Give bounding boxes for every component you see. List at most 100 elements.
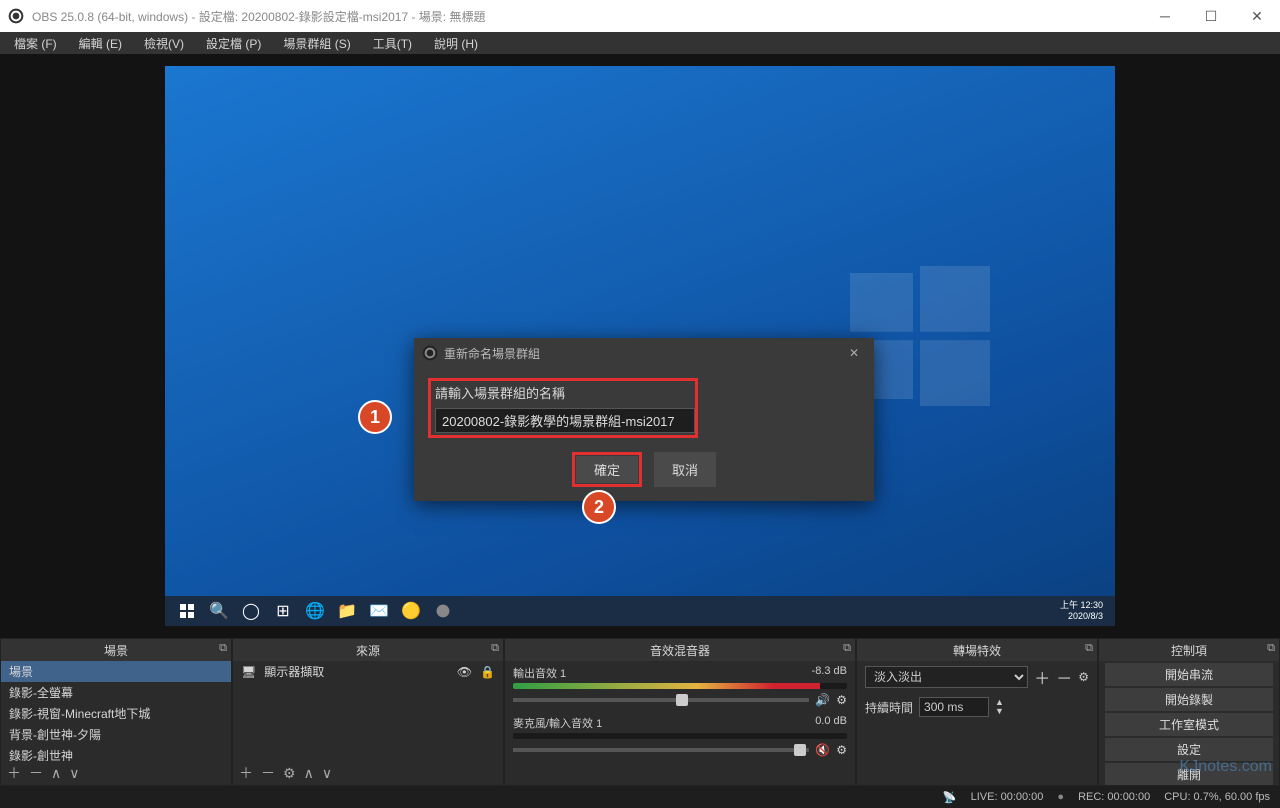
audio-mic-meter [513, 733, 847, 739]
scene-item[interactable]: 場景 [1, 661, 231, 682]
dialog-close-button[interactable]: ✕ [842, 346, 866, 360]
source-down-button[interactable]: ∨ [322, 765, 332, 782]
source-up-button[interactable]: ∧ [304, 765, 314, 782]
status-rec: REC: 00:00:00 [1078, 791, 1150, 803]
scenes-list[interactable]: 場景錄影-全螢幕錄影-視窗-Minecraft地下城背景-創世神-夕陽錄影-創世… [1, 661, 231, 761]
audio-out-meter [513, 683, 847, 689]
scenes-title: 場景 [104, 642, 128, 659]
scene-item[interactable]: 錄影-視窗-Minecraft地下城 [1, 703, 231, 724]
dialog-title: 重新命名場景群組 [444, 345, 540, 362]
audio-output-item: 輸出音效 1 -8.3 dB 🔊 ⚙ [505, 661, 855, 711]
scene-down-button[interactable]: ∨ [69, 765, 79, 782]
mail-icon: ✉️ [369, 601, 389, 621]
ok-button[interactable]: 確定 [576, 456, 638, 483]
studio-mode-button[interactable]: 工作室模式 [1105, 713, 1273, 736]
start-recording-button[interactable]: 開始錄製 [1105, 688, 1273, 711]
cortana-icon: ◯ [241, 601, 261, 621]
transitions-panel: 轉場特效 ⧉ 淡入淡出 ＋ － ⚙ 持續時間 ▲▼ [857, 639, 1097, 785]
explorer-icon: 📁 [337, 601, 357, 621]
watermark: KJnotes.com [1180, 758, 1272, 776]
scenes-panel: 場景⧉ 場景錄影-全螢幕錄影-視窗-Minecraft地下城背景-創世神-夕陽錄… [1, 639, 231, 785]
menu-profile[interactable]: 設定檔 (P) [202, 33, 265, 54]
audio-settings-icon[interactable]: ⚙ [836, 743, 847, 757]
status-bar: 📡 LIVE: 00:00:00 ● REC: 00:00:00 CPU: 0.… [0, 786, 1280, 808]
dock-icon[interactable]: ⧉ [843, 642, 851, 655]
edge-icon: 🌐 [305, 601, 325, 621]
source-settings-button[interactable]: ⚙ [283, 765, 296, 782]
duration-label: 持續時間 [865, 699, 913, 716]
speaker-icon[interactable]: 🔊 [815, 693, 830, 707]
transition-settings-icon[interactable]: ⚙ [1078, 670, 1089, 684]
scene-item[interactable]: 背景-創世神-夕陽 [1, 724, 231, 745]
audio-mixer-panel: 音效混音器 ⧉ 輸出音效 1 -8.3 dB 🔊 ⚙ 麥克風/輸入音效 10.0 d… [505, 639, 855, 785]
remove-scene-button[interactable]: － [29, 763, 43, 783]
transition-select[interactable]: 淡入淡出 [865, 666, 1028, 688]
scene-item[interactable]: 錄影-創世神 [1, 745, 231, 761]
start-streaming-button[interactable]: 開始串流 [1105, 663, 1273, 686]
monitor-icon: 🖥 [241, 665, 256, 679]
source-item[interactable]: 🖥 顯示器擷取 👁 🔒 [233, 661, 503, 682]
audio-mic-slider[interactable] [513, 748, 809, 752]
visibility-icon[interactable]: 👁 [457, 665, 472, 679]
menu-edit[interactable]: 編輯 (E) [75, 33, 126, 54]
dialog-obs-icon [422, 345, 438, 361]
dock-icon[interactable]: ⧉ [491, 642, 499, 655]
dock-icon[interactable]: ⧉ [1267, 642, 1275, 655]
taskbar-clock: 上午 12:302020/8/3 [1060, 600, 1109, 622]
sources-panel: 來源 ⧉ 🖥 顯示器擷取 👁 🔒 ＋ － ⚙ ∧ ∨ [233, 639, 503, 785]
audio-out-label: 輸出音效 1 [513, 665, 566, 681]
dialog-prompt: 請輸入場景群組的名稱 [435, 383, 691, 402]
controls-title: 控制項 [1171, 642, 1207, 659]
scene-up-button[interactable]: ∧ [51, 765, 61, 782]
lock-icon[interactable]: 🔒 [480, 665, 495, 679]
cancel-button[interactable]: 取消 [654, 452, 716, 487]
annotation-1: 1 [358, 400, 392, 434]
chrome-icon: 🟡 [401, 601, 421, 621]
audio-mic-label: 麥克風/輸入音效 1 [513, 715, 602, 731]
bottom-panels: 場景⧉ 場景錄影-全螢幕錄影-視窗-Minecraft地下城背景-創世神-夕陽錄… [0, 638, 1280, 786]
obs-taskbar-icon [433, 601, 453, 621]
menu-view[interactable]: 檢視(V) [140, 33, 188, 54]
rename-dialog: 重新命名場景群組 ✕ 請輸入場景群組的名稱 確定 取消 [414, 338, 874, 501]
close-button[interactable]: ✕ [1234, 0, 1280, 32]
audio-settings-icon[interactable]: ⚙ [836, 693, 847, 707]
menu-bar: 檔案 (F) 編輯 (E) 檢視(V) 設定檔 (P) 場景群組 (S) 工具(… [0, 32, 1280, 54]
minimize-button[interactable]: ─ [1142, 0, 1188, 32]
source-label: 顯示器擷取 [264, 663, 324, 680]
audio-out-db: -8.3 dB [812, 665, 847, 681]
remove-transition-button[interactable]: － [1056, 665, 1072, 689]
status-live: LIVE: 00:00:00 [971, 791, 1044, 803]
duration-stepper[interactable]: ▲▼ [995, 698, 1004, 716]
mixer-title: 音效混音器 [650, 642, 710, 659]
speaker-muted-icon[interactable]: 🔇 [815, 743, 830, 757]
obs-logo-icon [8, 8, 24, 24]
annotation-2: 2 [582, 490, 616, 524]
scene-collection-name-input[interactable] [435, 408, 695, 433]
taskview-icon: ⊞ [273, 601, 293, 621]
audio-out-slider[interactable] [513, 698, 809, 702]
add-scene-button[interactable]: ＋ [7, 763, 21, 783]
menu-scene-collection[interactable]: 場景群組 (S) [279, 33, 354, 54]
dock-icon[interactable]: ⧉ [1085, 642, 1093, 655]
menu-file[interactable]: 檔案 (F) [10, 33, 61, 54]
add-source-button[interactable]: ＋ [239, 763, 253, 783]
menu-help[interactable]: 說明 (H) [430, 33, 482, 54]
sources-title: 來源 [356, 642, 380, 659]
status-cpu: CPU: 0.7%, 60.00 fps [1164, 791, 1270, 803]
audio-mic-item: 麥克風/輸入音效 10.0 dB 🔇 ⚙ [505, 711, 855, 761]
add-transition-button[interactable]: ＋ [1034, 665, 1050, 689]
window-title: OBS 25.0.8 (64-bit, windows) - 設定檔: 2020… [32, 8, 1142, 25]
scene-item[interactable]: 錄影-全螢幕 [1, 682, 231, 703]
broadcast-icon: 📡 [943, 791, 957, 804]
search-icon: 🔍 [209, 601, 229, 621]
preview-taskbar: 🔍 ◯ ⊞ 🌐 📁 ✉️ 🟡 上午 12:302020/8/3 [165, 596, 1115, 626]
window-titlebar: OBS 25.0.8 (64-bit, windows) - 設定檔: 2020… [0, 0, 1280, 32]
menu-tools[interactable]: 工具(T) [369, 33, 416, 54]
transitions-title: 轉場特效 [953, 642, 1001, 659]
record-dot-icon: ● [1057, 791, 1064, 803]
maximize-button[interactable]: ☐ [1188, 0, 1234, 32]
start-icon [177, 601, 197, 621]
remove-source-button[interactable]: － [261, 763, 275, 783]
dock-icon[interactable]: ⧉ [219, 642, 227, 655]
transition-duration-input[interactable] [919, 697, 989, 717]
